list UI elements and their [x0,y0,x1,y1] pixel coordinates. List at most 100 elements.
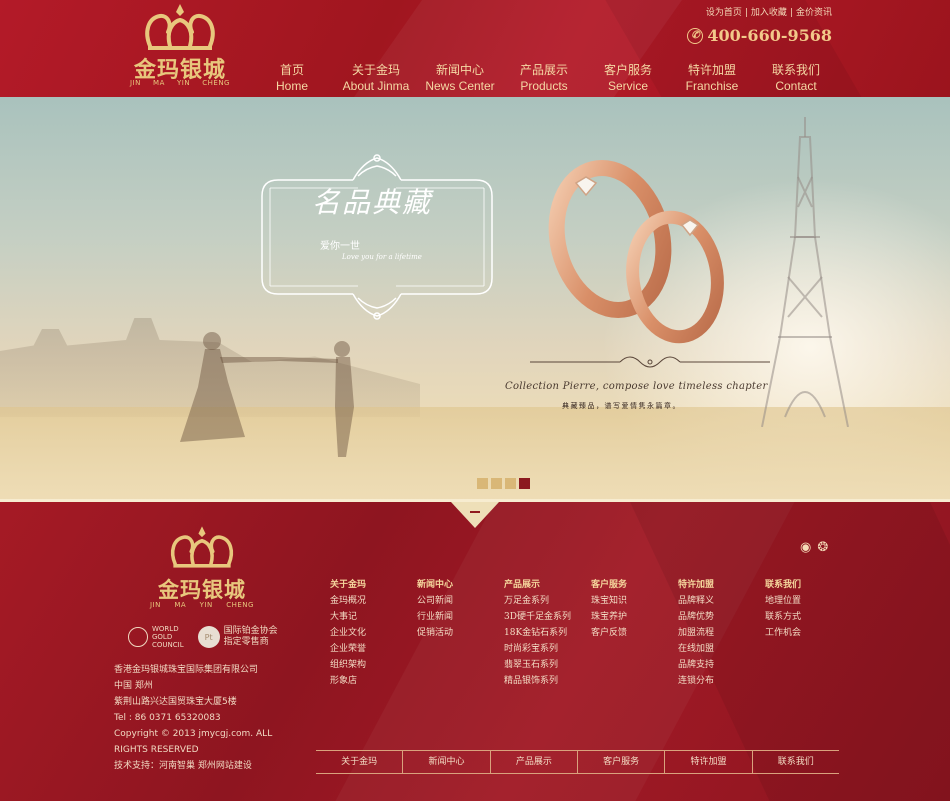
sitemap-link[interactable]: 金玛概况 [330,593,417,609]
sitemap-link[interactable]: 工作机会 [765,625,852,641]
company-info: 香港金玛银城珠宝国际集团有限公司 中国 郑州 紫荆山路兴达国贸珠宝大厦5楼 Te… [114,662,304,774]
weibo-icon[interactable]: ◉ [800,540,811,555]
sitemap-link[interactable]: 在线加盟 [678,641,765,657]
nav-products[interactable]: 产品展示 Products [502,62,586,95]
platinum-icon: Pt [197,626,220,648]
pt-text: 国际铂金协会 [223,626,278,636]
logo-en-word: MA [174,601,187,609]
wgc-circle-icon [128,627,148,647]
collection-tagline-cn: 典藏臻品，谱写爱情隽永篇章。 [562,402,681,410]
bottom-nav-about[interactable]: 关于金玛 [316,751,404,773]
sitemap-link[interactable]: 组织架构 [330,657,417,673]
bottom-nav-service[interactable]: 客户服务 [578,751,666,773]
bottom-nav-contact[interactable]: 联系我们 [753,751,839,773]
sitemap-link[interactable]: 加盟流程 [678,625,765,641]
nav-label-en: Products [520,79,568,93]
bottom-nav-news[interactable]: 新闻中心 [403,751,491,773]
sitemap-link[interactable]: 品牌优势 [678,609,765,625]
bottom-nav-franchise[interactable]: 特许加盟 [665,751,753,773]
sitemap-link[interactable]: 行业新闻 [417,609,504,625]
partner-logos: WORLD GOLD COUNCIL Pt 国际铂金协会 指定零售商 [128,625,278,649]
gold-price-link[interactable]: 金价资讯 [796,8,832,18]
slide-indicators [477,478,530,489]
pt-text: 指定零售商 [223,637,269,647]
slide-dot-4[interactable] [519,478,530,489]
nav-label-en: Service [607,79,648,93]
nav-label-en: News Center [425,79,495,93]
company-tel: Tel : 86 0371 65320083 [114,713,221,723]
sitemap-link[interactable]: 万足金系列 [504,593,591,609]
sitemap-link[interactable]: 客户反馈 [591,625,678,641]
sitemap-link[interactable]: 企业荣誉 [330,641,417,657]
sitemap-link[interactable]: 时尚彩宝系列 [504,641,591,657]
sitemap-link[interactable]: 地理位置 [765,593,852,609]
add-favorite-link[interactable]: 加入收藏 [751,8,787,18]
main-nav: 首页 Home 关于金玛 About Jinma 新闻中心 News Cente… [250,62,840,95]
sitemap-column-title[interactable]: 特许加盟 [678,577,765,593]
sitemap-link[interactable]: 促销活动 [417,625,504,641]
footer-logo-name-cn: 金玛银城 [158,577,246,602]
separator: | [744,8,748,18]
hero-banner[interactable]: 名品典藏 爱你一世 Love you for a lifetime Collec… [0,97,950,502]
nav-label-cn: 产品展示 [519,63,568,77]
sitemap-link[interactable]: 连锁分布 [678,673,765,689]
wechat-icon[interactable]: ❂ [817,540,828,555]
sitemap-link[interactable]: 18K金钻石系列 [504,625,591,641]
phone-icon: ✆ [687,27,704,44]
sitemap-column-title[interactable]: 客户服务 [591,577,678,593]
nav-label-cn: 关于金玛 [351,63,400,77]
site-header: 金玛银城 JIN MA YIN CHENG 设为首页 | 加入收藏 | 金价资讯 ✆ 4… [0,0,950,97]
sitemap-link[interactable]: 联系方式 [765,609,852,625]
sitemap-link[interactable]: 大事记 [330,609,417,625]
sitemap-link[interactable]: 品牌释义 [678,593,765,609]
slide-dot-2[interactable] [491,478,502,489]
nav-service[interactable]: 客户服务 Service [586,62,670,95]
sitemap-column: 关于金玛 金玛概况 大事记 企业文化 企业荣誉 组织架构 形象店 [330,577,417,689]
nav-franchise[interactable]: 特许加盟 Franchise [670,62,754,95]
sitemap-column-title[interactable]: 新闻中心 [417,577,504,593]
sitemap-link[interactable]: 形象店 [330,673,417,689]
sitemap-column: 客户服务 珠宝知识 珠宝养护 客户反馈 [591,577,678,689]
banner-subtitle-en: Love you for a lifetime [342,253,422,261]
nav-label-en: Home [275,79,308,93]
sitemap-link[interactable]: 珠宝养护 [591,609,678,625]
logo-en-word: YIN [177,79,191,87]
logo-en-word: JIN [150,601,161,609]
sitemap-link[interactable]: 品牌支持 [678,657,765,673]
sitemap-link[interactable]: 公司新闻 [417,593,504,609]
toggle-tab[interactable] [451,502,499,528]
wgc-text: COUNCIL [152,641,184,649]
copyright-rights: RIGHTS RESERVED [114,745,199,755]
sitemap-link[interactable]: 3D硬千足金系列 [504,609,591,625]
slide-dot-3[interactable] [505,478,516,489]
sitemap-link[interactable]: 珠宝知识 [591,593,678,609]
sitemap-link[interactable]: 翡翠玉石系列 [504,657,591,673]
separator: | [789,8,793,18]
sitemap-column-title[interactable]: 关于金玛 [330,577,417,593]
logo-en-word: JIN [130,79,141,87]
sitemap-column-title[interactable]: 产品展示 [504,577,591,593]
hotline: ✆ 400-660-9568 [687,26,832,45]
slide-dot-1[interactable] [477,478,488,489]
sitemap-column: 特许加盟 品牌释义 品牌优势 加盟流程 在线加盟 品牌支持 连锁分布 [678,577,765,689]
wedding-rings-image [548,160,724,344]
bottom-nav-products[interactable]: 产品展示 [491,751,578,773]
crown-icon [145,4,215,50]
top-links: 设为首页 | 加入收藏 | 金价资讯 [706,5,832,18]
nav-label-cn: 新闻中心 [435,63,484,77]
site-logo[interactable]: 金玛银城 JIN MA YIN CHENG [120,2,240,92]
sitemap-column-title[interactable]: 联系我们 [765,577,852,593]
tech-support[interactable]: 技术支持：河南智巢 郑州网站建设 [114,758,304,774]
set-homepage-link[interactable]: 设为首页 [706,8,742,18]
sitemap-link[interactable]: 精品银饰系列 [504,673,591,689]
sitemap-link[interactable]: 企业文化 [330,625,417,641]
nav-news[interactable]: 新闻中心 News Center [418,62,502,95]
logo-en-word: MA [153,79,165,87]
nav-home[interactable]: 首页 Home [250,62,334,95]
minus-icon [470,511,480,513]
banner-subtitle: 爱你一世 [320,241,360,252]
nav-about[interactable]: 关于金玛 About Jinma [334,62,418,95]
nav-contact[interactable]: 联系我们 Contact [754,62,838,95]
collection-tagline-en: Collection Pierre, compose love timeless… [505,381,768,392]
ornamental-frame [261,154,493,320]
